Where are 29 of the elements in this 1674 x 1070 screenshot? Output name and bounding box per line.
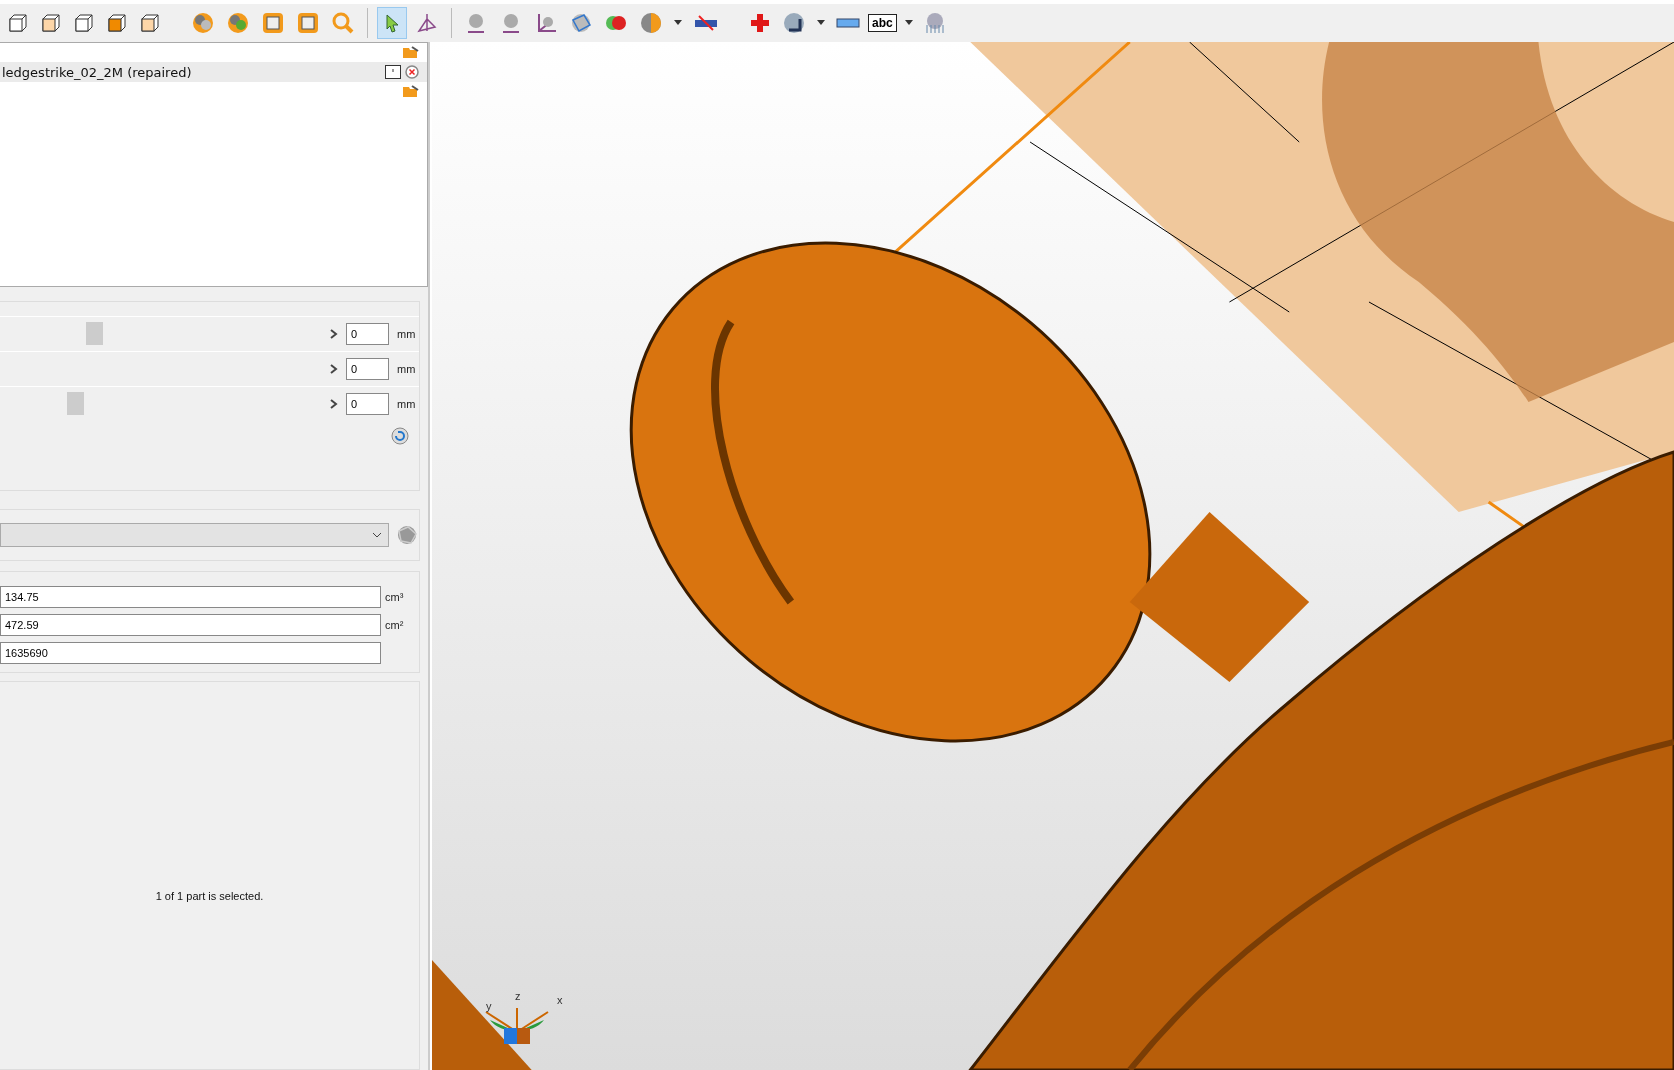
- offset-field[interactable]: 0: [346, 323, 389, 345]
- folder-icon[interactable]: [403, 85, 419, 98]
- offset-field[interactable]: 0: [346, 358, 389, 380]
- info-icon[interactable]: [385, 65, 401, 79]
- unit-label: mm: [397, 363, 417, 375]
- offset-field[interactable]: 0: [346, 393, 389, 415]
- close-icon[interactable]: [405, 65, 419, 79]
- slider-thumb[interactable]: [85, 322, 103, 345]
- chevron-icon[interactable]: [330, 364, 338, 374]
- caret-icon: [372, 532, 382, 538]
- axis-label: y: [486, 1000, 492, 1012]
- axis-label: z: [515, 990, 521, 1002]
- axis-label: x: [557, 994, 563, 1006]
- unit-label: cm²: [385, 619, 405, 631]
- chevron-icon[interactable]: [330, 399, 338, 409]
- reset-icon[interactable]: [391, 427, 409, 445]
- unit-label: mm: [397, 398, 417, 410]
- property-field[interactable]: 472.59: [0, 614, 381, 636]
- slider-thumb[interactable]: [66, 392, 84, 415]
- unit-label: cm³: [385, 591, 405, 603]
- chevron-icon[interactable]: [330, 329, 338, 339]
- pointer-icon[interactable]: [377, 7, 407, 39]
- unit-label: mm: [397, 328, 417, 340]
- object-item[interactable]: ledgestrike_02_2M (repaired): [0, 62, 427, 82]
- folder-icon[interactable]: [403, 46, 419, 59]
- selection-status: 1 of 1 part is selected.: [155, 889, 264, 902]
- property-field[interactable]: 134.75: [0, 586, 381, 608]
- text-button[interactable]: abc: [868, 14, 897, 32]
- property-field[interactable]: 1635690: [0, 642, 381, 664]
